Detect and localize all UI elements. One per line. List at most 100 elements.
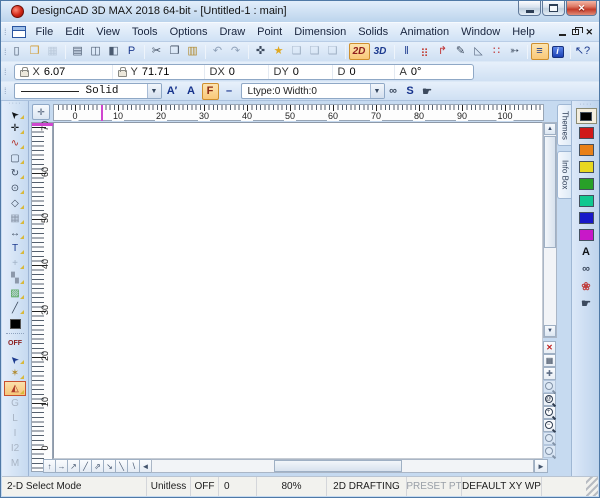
y-coordinate[interactable]: Y 71.71 <box>113 65 205 79</box>
drawing-canvas[interactable] <box>53 122 543 459</box>
horizontal-scrollbar[interactable] <box>151 459 534 473</box>
select-tool[interactable]: ➤ <box>4 106 26 121</box>
undo-icon[interactable]: ↶ <box>209 43 227 60</box>
chevron-down-icon[interactable]: ▼ <box>147 84 161 98</box>
text-tool[interactable]: T <box>4 241 26 256</box>
point-display-icon[interactable]: ⣶ <box>416 43 434 60</box>
child-minimize-icon[interactable] <box>559 34 566 36</box>
close-button[interactable]: ✕ <box>566 1 597 16</box>
section-tool[interactable]: ▚ <box>4 271 26 286</box>
color-swatch-1[interactable] <box>576 108 597 124</box>
child-window-icon[interactable] <box>12 26 26 38</box>
spline-button[interactable]: S <box>402 83 419 100</box>
save-icon[interactable]: ▦ <box>44 43 62 60</box>
g-snap-tool[interactable]: G <box>4 396 26 411</box>
hand-select-icon[interactable]: ☛ <box>576 295 597 311</box>
plot-icon[interactable]: P <box>123 43 141 60</box>
context-help-icon[interactable]: ↖? <box>574 43 592 60</box>
set-point-icon[interactable]: ✜ <box>252 43 270 60</box>
a-coordinate[interactable]: A 0° <box>395 65 457 79</box>
menu-help[interactable]: Help <box>506 23 541 41</box>
title-bar[interactable]: DesignCAD 3D MAX 2018 64-bit - [Untitled… <box>1 1 600 22</box>
center-view-icon[interactable]: ✚ <box>543 367 556 380</box>
color-swatch[interactable] <box>4 316 26 331</box>
erase-view-icon[interactable]: ✕ <box>543 341 556 354</box>
dy-coordinate[interactable]: DY 0 <box>269 65 333 79</box>
wand-tool[interactable]: ✶ <box>4 366 26 381</box>
glasses2-icon[interactable]: ∞ <box>576 261 597 277</box>
i2-snap-tool[interactable]: I2 <box>4 441 26 456</box>
mode-3d-button[interactable]: 3D <box>370 43 391 60</box>
horizontal-scroll-thumb[interactable] <box>274 460 402 472</box>
menu-edit[interactable]: Edit <box>59 23 90 41</box>
move-tool[interactable]: ✛ <box>4 121 26 136</box>
redo-icon[interactable]: ↷ <box>227 43 245 60</box>
polygon-tool[interactable]: ◇ <box>4 196 26 211</box>
color-swatch-3[interactable] <box>576 142 597 158</box>
line-width-button[interactable]: – <box>221 83 238 100</box>
menu-view[interactable]: View <box>90 23 126 41</box>
parallel-icon[interactable]: ‖ <box>398 43 416 60</box>
scroll-down-icon[interactable]: ▼ <box>544 325 556 337</box>
dimension-tool[interactable]: ↔ <box>4 226 26 241</box>
text-attr-icon[interactable]: A <box>576 244 597 260</box>
x-coordinate[interactable]: X 6.07 <box>15 65 113 79</box>
zoom-selected-icon[interactable] <box>543 445 556 458</box>
vertical-scroll-thumb[interactable] <box>544 136 556 248</box>
dx-value[interactable]: 0 <box>229 66 235 78</box>
scroll-right-icon[interactable]: ► <box>534 459 548 473</box>
sketch-icon[interactable]: ✎ <box>452 43 470 60</box>
array-tool[interactable]: ▦ <box>4 211 26 226</box>
i-snap-tool[interactable]: I <box>4 426 26 441</box>
y-value[interactable]: 71.71 <box>142 66 170 78</box>
print-icon[interactable]: ▤ <box>69 43 87 60</box>
d-coordinate[interactable]: D 0 <box>333 65 395 79</box>
zoom-in-icon[interactable]: + <box>543 406 556 419</box>
color-swatch-5[interactable] <box>576 176 597 192</box>
arc-tool[interactable]: ↻ <box>4 166 26 181</box>
y-lock-icon[interactable] <box>118 70 127 77</box>
open-folder-icon[interactable]: ❒ <box>26 43 44 60</box>
menu-window[interactable]: Window <box>455 23 506 41</box>
circle-tool[interactable]: ⊙ <box>4 181 26 196</box>
palette-icon[interactable]: ❀ <box>576 278 597 294</box>
menu-tools[interactable]: Tools <box>126 23 164 41</box>
hand-pick-icon[interactable]: ☛ <box>419 83 436 100</box>
print-preview-icon[interactable]: ◫ <box>87 43 105 60</box>
ltype-width-combo[interactable]: Ltype:0 Width:0 ▼ <box>241 83 385 99</box>
line-style-combo[interactable]: Solid ▼ <box>14 83 162 99</box>
menu-draw[interactable]: Draw <box>213 23 251 41</box>
color-swatch-2[interactable] <box>576 125 597 141</box>
mode-2d-button[interactable]: 2D <box>349 43 370 60</box>
paste-icon[interactable]: ▥ <box>184 43 202 60</box>
selection-edit-tool[interactable]: ◭ <box>4 381 26 396</box>
hatch-tool[interactable]: ▨ <box>4 286 26 301</box>
fill-button[interactable]: F <box>202 83 219 100</box>
triangle-ruler-icon[interactable]: ◺ <box>470 43 488 60</box>
selection-mode-3-icon[interactable]: ❑ <box>324 43 342 60</box>
info-box-icon[interactable]: i <box>549 43 567 60</box>
line-tool[interactable]: ╱ <box>4 301 26 316</box>
box-tool[interactable]: ▢ <box>4 151 26 166</box>
grid-toggle-icon[interactable]: ▦ <box>543 354 556 367</box>
x-value[interactable]: 6.07 <box>44 66 65 78</box>
menu-animation[interactable]: Animation <box>394 23 455 41</box>
vertical-scrollbar[interactable]: ▲ ▼ <box>543 122 557 338</box>
menu-file[interactable]: File <box>30 23 60 41</box>
color-swatch-7[interactable] <box>576 210 597 226</box>
font-up-button[interactable]: A′ <box>164 83 181 100</box>
zoom-extents-icon[interactable] <box>543 432 556 445</box>
l-snap-tool[interactable]: L <box>4 411 26 426</box>
toolbox-icon[interactable]: ≡ <box>531 43 549 60</box>
copy-icon[interactable]: ❐ <box>166 43 184 60</box>
curve-tool[interactable]: ∿ <box>4 136 26 151</box>
zoom-window-icon[interactable]: @ <box>543 393 556 406</box>
menu-dimension[interactable]: Dimension <box>288 23 352 41</box>
snap-grid-icon[interactable]: ∷ <box>488 43 506 60</box>
child-restore-icon[interactable] <box>572 29 579 35</box>
resize-grip[interactable] <box>586 477 598 496</box>
color-swatch-6[interactable] <box>576 193 597 209</box>
maximize-button[interactable] <box>542 1 565 16</box>
a-value[interactable]: 0° <box>411 66 422 78</box>
dy-value[interactable]: 0 <box>293 66 299 78</box>
